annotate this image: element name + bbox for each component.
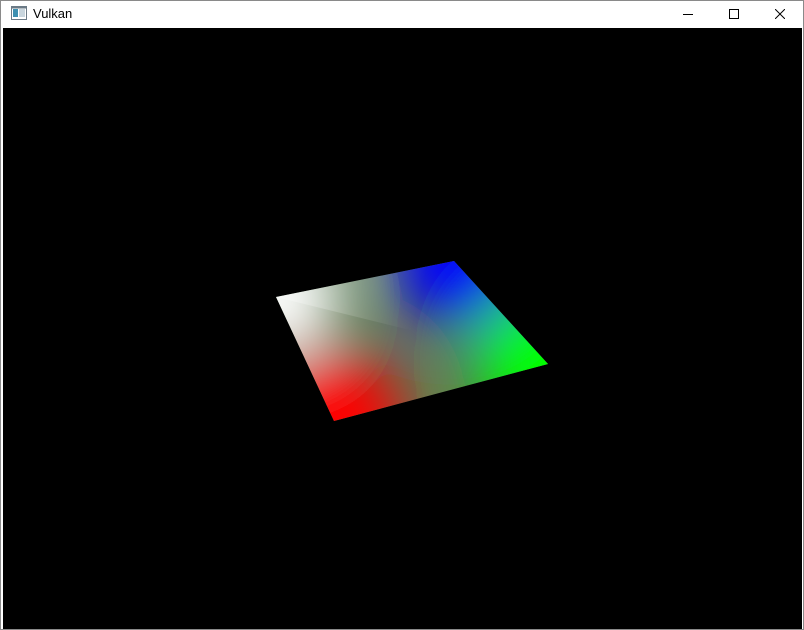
maximize-icon xyxy=(729,9,739,19)
window-title: Vulkan xyxy=(33,6,73,21)
close-icon xyxy=(775,9,785,19)
render-canvas xyxy=(276,261,548,421)
minimize-button[interactable] xyxy=(665,1,711,27)
app-window: Vulkan xyxy=(0,0,804,630)
window-app-icon xyxy=(11,6,27,20)
maximize-button[interactable] xyxy=(711,1,757,27)
color-quad xyxy=(276,261,548,421)
close-button[interactable] xyxy=(757,1,803,27)
render-viewport[interactable] xyxy=(3,28,802,629)
title-bar[interactable]: Vulkan xyxy=(1,1,803,27)
minimize-icon xyxy=(683,14,693,15)
